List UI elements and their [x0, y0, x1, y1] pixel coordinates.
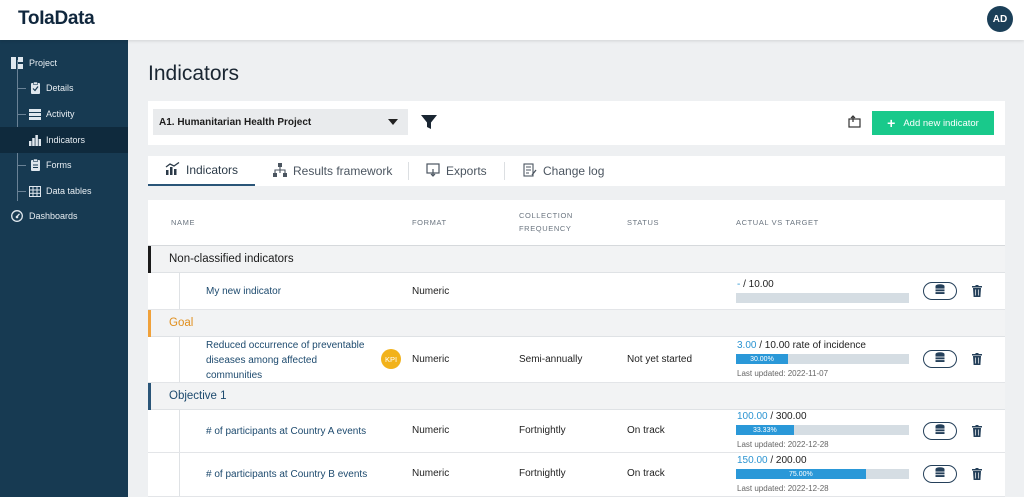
data-entry-button[interactable] [923, 350, 957, 368]
tab-change-log[interactable]: Change log [523, 156, 604, 186]
clipboard-icon [29, 82, 41, 94]
table-header: NAME FORMAT COLLECTION FREQUENCY STATUS … [148, 200, 1005, 246]
sidebar-item-indicators[interactable]: Indicators [0, 127, 128, 153]
indicator-status: On track [627, 425, 665, 436]
user-avatar[interactable]: AD [987, 6, 1013, 32]
actual-vs-target-text: - / 10.00 [737, 279, 774, 290]
dashboard-icon [11, 210, 23, 222]
table-row[interactable]: # of participants at Country A events Nu… [148, 410, 1005, 453]
tab-bar: Indicators Results framework Exports Cha… [148, 156, 1005, 186]
trash-icon[interactable] [971, 467, 983, 481]
sidebar-item-project[interactable]: Project [0, 50, 128, 76]
kpi-badge: KPI [381, 349, 401, 369]
indicator-name-link[interactable]: # of participants at Country B events [206, 467, 367, 482]
progress-bar: 30.00% [736, 354, 909, 364]
sidebar-item-forms[interactable]: Forms [0, 152, 128, 178]
database-icon [935, 350, 945, 368]
project-select[interactable]: A1. Humanitarian Health Project [153, 109, 408, 135]
header-name[interactable]: NAME [171, 217, 195, 229]
filter-icon[interactable] [420, 113, 438, 131]
indicator-format: Numeric [412, 425, 450, 436]
header-format[interactable]: FORMAT [412, 217, 447, 229]
sidebar-item-activity[interactable]: Activity [0, 101, 128, 127]
last-updated: Last updated: 2022-12-28 [737, 484, 829, 493]
data-entry-button[interactable] [923, 422, 957, 440]
header-frequency-line-1[interactable]: COLLECTION [519, 210, 573, 222]
table-row[interactable]: My new indicator Numeric - / 10.00 [148, 273, 1005, 310]
table-row[interactable]: # of participants at Country B events Nu… [148, 453, 1005, 497]
export-icon [426, 162, 440, 180]
actual-vs-target-text: 100.00 / 300.00 [737, 411, 807, 422]
progress-bar: 33.33% [736, 425, 909, 435]
group-objective-1: Objective 1 [148, 383, 1005, 410]
chevron-down-icon [388, 119, 398, 125]
indicators-table: NAME FORMAT COLLECTION FREQUENCY STATUS … [148, 200, 1005, 497]
app-logo[interactable]: ToIaData [18, 8, 95, 30]
data-entry-button[interactable] [923, 282, 957, 300]
indicator-name-link[interactable]: # of participants at Country A events [206, 424, 366, 439]
forms-icon [29, 159, 41, 171]
indicator-frequency: Fortnightly [519, 425, 566, 436]
tab-indicators[interactable]: Indicators [148, 156, 255, 186]
bar-chart-icon [29, 134, 41, 146]
actual-vs-target-text: 150.00 / 200.00 [737, 455, 807, 466]
database-icon [935, 465, 945, 483]
indicators-tab-icon [165, 161, 180, 178]
table-row[interactable]: Reduced occurrence of preventable diseas… [148, 337, 1005, 383]
last-updated: Last updated: 2022-11-07 [737, 369, 829, 378]
indicator-frequency: Semi-annually [519, 354, 583, 365]
data-entry-button[interactable] [923, 465, 957, 483]
indicator-status: On track [627, 468, 665, 479]
share-export-icon[interactable] [847, 114, 863, 130]
sidebar: Project Details Activity Indicators Form… [0, 40, 128, 497]
indicator-name-link[interactable]: My new indicator [206, 284, 281, 299]
plus-icon: + [887, 115, 896, 131]
sidebar-item-data-tables[interactable]: Data tables [0, 178, 128, 204]
sidebar-item-details[interactable]: Details [0, 75, 128, 101]
database-icon [935, 422, 945, 440]
group-non-classified: Non-classified indicators [148, 246, 1005, 273]
header-status[interactable]: STATUS [627, 217, 659, 229]
sidebar-item-dashboards[interactable]: Dashboards [0, 203, 128, 229]
indicator-name-link[interactable]: Reduced occurrence of preventable diseas… [206, 338, 364, 383]
group-goal: Goal [148, 310, 1005, 337]
trash-icon[interactable] [971, 284, 983, 298]
progress-bar [736, 293, 909, 303]
tab-exports[interactable]: Exports [426, 156, 487, 186]
top-bar: ToIaData AD [0, 0, 1024, 40]
progress-bar: 75.00% [736, 469, 909, 479]
indicator-format: Numeric [412, 354, 450, 365]
table-icon [29, 185, 41, 197]
header-frequency-line-2[interactable]: FREQUENCY [519, 223, 572, 235]
trash-icon[interactable] [971, 352, 983, 366]
header-actual-vs-target[interactable]: ACTUAL VS TARGET [736, 217, 819, 229]
database-icon [935, 282, 945, 300]
indicator-format: Numeric [412, 286, 450, 297]
indicator-format: Numeric [412, 468, 450, 479]
trash-icon[interactable] [971, 424, 983, 438]
change-log-icon [523, 162, 537, 180]
add-indicator-button[interactable]: + Add new indicator [872, 111, 994, 135]
toolbar: A1. Humanitarian Health Project + Add ne… [148, 101, 1005, 145]
indicator-frequency: Fortnightly [519, 468, 566, 479]
activity-icon [29, 108, 41, 120]
project-icon [11, 57, 23, 69]
hierarchy-icon [273, 162, 287, 180]
tab-results-framework[interactable]: Results framework [273, 156, 392, 186]
page-title: Indicators [148, 62, 240, 85]
indicator-status: Not yet started [627, 354, 693, 365]
actual-vs-target-text: 3.00 / 10.00 rate of incidence [737, 340, 866, 351]
last-updated: Last updated: 2022-12-28 [737, 440, 829, 449]
